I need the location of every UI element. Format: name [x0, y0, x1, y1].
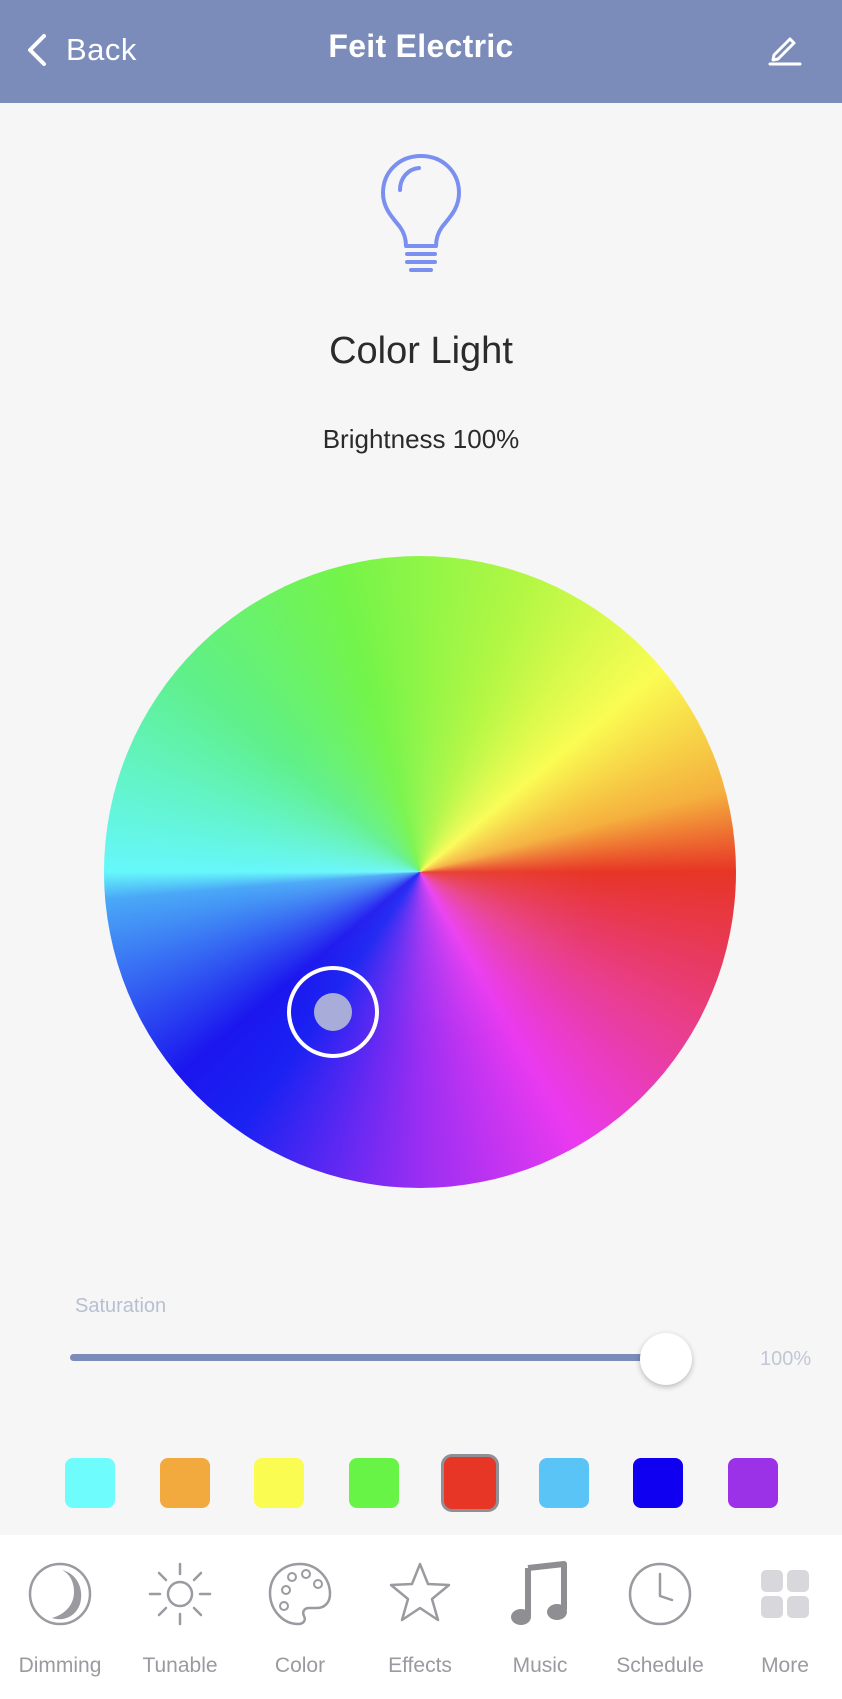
- color-preset-row: [0, 1457, 842, 1510]
- device-name: Color Light: [329, 330, 513, 372]
- page-title: Feit Electric: [328, 28, 514, 64]
- color-preset-swatch[interactable]: [159, 1458, 210, 1508]
- nav-label-more: More: [761, 1654, 809, 1677]
- nav-label-schedule: Schedule: [616, 1654, 704, 1677]
- nav-label-music: Music: [512, 1654, 568, 1677]
- clock-icon: [628, 1562, 692, 1626]
- lightbulb-icon: [381, 154, 461, 272]
- color-preset-swatch[interactable]: [443, 1457, 496, 1509]
- header-bar: Back Feit Electric: [0, 0, 842, 103]
- nav-label-tunable: Tunable: [142, 1654, 218, 1677]
- color-preset-swatch[interactable]: [65, 1458, 115, 1508]
- color-preset-swatch[interactable]: [727, 1458, 778, 1508]
- music-note-icon: [511, 1561, 567, 1625]
- color-preset-swatch[interactable]: [538, 1458, 589, 1508]
- sun-icon: [148, 1562, 212, 1626]
- saturation-slider-fill: [70, 1354, 666, 1361]
- saturation-slider-thumb[interactable]: [640, 1333, 692, 1385]
- color-picker-handle[interactable]: [287, 966, 379, 1058]
- bottom-nav: Dimming Tunable Color Effects Music Sche…: [0, 1535, 842, 1699]
- nav-label-dimming: Dimming: [18, 1654, 102, 1677]
- dimming-icon: [28, 1562, 92, 1626]
- star-icon: [389, 1562, 451, 1622]
- nav-schedule[interactable]: Schedule: [600, 1535, 720, 1699]
- color-picker-dot: [314, 993, 352, 1031]
- color-wheel[interactable]: [104, 556, 736, 1188]
- nav-color[interactable]: Color: [240, 1535, 360, 1699]
- brightness-label: Brightness 100%: [322, 424, 520, 454]
- nav-tunable[interactable]: Tunable: [120, 1535, 240, 1699]
- saturation-value: 100%: [760, 1348, 812, 1370]
- color-wheel-center-glow: [104, 556, 736, 1188]
- grid-icon: [761, 1570, 809, 1618]
- color-preset-swatch[interactable]: [349, 1458, 400, 1508]
- app-screen: Back Feit Electric Color Light Brightnes…: [0, 0, 842, 1699]
- palette-icon: [268, 1562, 332, 1626]
- color-preset-swatch[interactable]: [254, 1458, 305, 1508]
- nav-music[interactable]: Music: [480, 1535, 600, 1699]
- nav-dimming[interactable]: Dimming: [0, 1535, 120, 1699]
- nav-label-effects: Effects: [388, 1654, 452, 1677]
- nav-effects[interactable]: Effects: [360, 1535, 480, 1699]
- saturation-slider-track[interactable]: [70, 1354, 688, 1361]
- edit-pencil-icon[interactable]: [764, 28, 804, 68]
- nav-more[interactable]: More: [725, 1535, 842, 1699]
- color-preset-swatch[interactable]: [633, 1458, 684, 1508]
- saturation-label: Saturation: [75, 1295, 167, 1317]
- nav-label-color: Color: [274, 1654, 326, 1677]
